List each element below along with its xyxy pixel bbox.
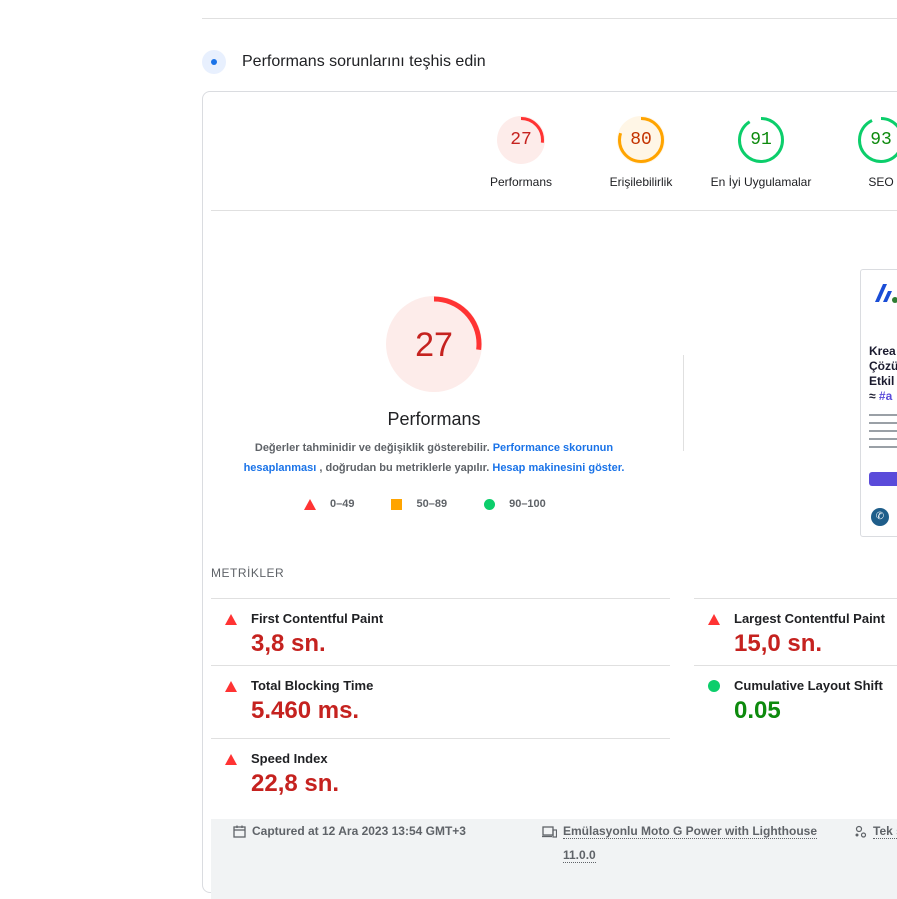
metric-value: 3,8 sn.	[251, 630, 326, 658]
fail-triangle-icon	[225, 681, 237, 692]
triangle-icon	[304, 499, 316, 510]
gauge-score: 27	[497, 116, 545, 164]
legend-average: 50–89	[391, 498, 447, 510]
thumbnail-body-text	[869, 414, 897, 454]
page-screenshot-thumbnail[interactable]: Krea Çözü Etkil ≈ #a ✆	[860, 269, 897, 537]
metric-value: 5.460 ms.	[251, 697, 359, 725]
gauge-label: Performans	[461, 175, 581, 189]
legend-fail: 0–49	[304, 498, 354, 510]
metric-first-contentful-paint: First Contentful Paint 3,8 sn.	[211, 598, 670, 670]
gauge-circle: 80	[617, 116, 665, 164]
top-divider	[202, 18, 897, 19]
gauge-circle: 91	[737, 116, 785, 164]
metric-name: Cumulative Layout Shift	[734, 678, 883, 693]
runtime-settings-footer: Captured at 12 Ara 2023 13:54 GMT+3 Emül…	[211, 819, 897, 899]
devices-icon	[542, 826, 557, 838]
metric-total-blocking-time: Total Blocking Time 5.460 ms.	[211, 665, 670, 737]
whatsapp-icon: ✆	[871, 508, 889, 526]
metric-speed-index: Speed Index 22,8 sn.	[211, 738, 670, 810]
gauge-score: 93	[857, 116, 897, 164]
emulation-text: Emülasyonlu Moto G Power with Lighthouse	[563, 824, 817, 839]
session-icon	[854, 825, 867, 838]
legend-average-range: 50–89	[416, 498, 447, 510]
gauge-circle: 27	[497, 116, 545, 164]
metric-name: Speed Index	[251, 751, 328, 766]
gauge-circle: 93	[857, 116, 897, 164]
metric-cumulative-layout-shift: Cumulative Layout Shift 0.05	[694, 665, 897, 737]
captured-at-text: Captured at 12 Ara 2023 13:54 GMT+3	[252, 824, 466, 838]
gauge-label: SEO	[821, 175, 897, 189]
gauge-en-i-yi-uygulamalar[interactable]: 91 En İyi Uygulamalar	[701, 116, 821, 189]
metrics-heading: METRİKLER	[211, 566, 284, 580]
thumbnail-line-3: Etkil	[869, 374, 897, 389]
report-card: 27 Performans 80 Erişilebilirlik 91 En İyi Uy…	[202, 91, 897, 893]
section-title: Performans sorunlarını teşhis edin	[242, 53, 486, 71]
metric-name: Total Blocking Time	[251, 678, 373, 693]
site-logo-icon	[873, 282, 897, 304]
calendar-icon	[233, 825, 246, 838]
gauge-score: 80	[617, 116, 665, 164]
vertical-divider	[683, 355, 684, 451]
thumbnail-prefix: ≈	[869, 389, 879, 403]
legend-pass-range: 90–100	[509, 498, 546, 510]
diagnose-section-header: Performans sorunlarını teşhis edin	[202, 48, 486, 76]
legend-pass: 90–100	[484, 498, 546, 510]
performance-score: 27	[386, 296, 482, 392]
metric-divider	[211, 598, 670, 599]
thumbnail-line-1: Krea	[869, 344, 897, 359]
circle-icon	[484, 499, 495, 510]
emulation-info[interactable]: Emülasyonlu Moto G Power with Lighthouse…	[542, 819, 822, 867]
diagnose-icon	[202, 50, 226, 74]
gauge-erişilebilirlik[interactable]: 80 Erişilebilirlik	[581, 116, 701, 189]
fail-triangle-icon	[708, 614, 720, 625]
score-description: Değerler tahminidir ve değişiklik göster…	[231, 438, 637, 478]
gauge-performans[interactable]: 27 Performans	[461, 116, 581, 189]
lighthouse-version: 11.0.0	[563, 848, 596, 863]
square-icon	[391, 499, 402, 510]
metric-largest-contentful-paint: Largest Contentful Paint 15,0 sn.	[694, 598, 897, 670]
captured-at: Captured at 12 Ara 2023 13:54 GMT+3	[233, 819, 466, 843]
thumbnail-line-4: ≈ #a	[869, 389, 897, 404]
score-legend: 0–49 50–89 90–100	[304, 498, 583, 510]
thumbnail-hashtag: #a	[879, 389, 892, 403]
category-gauges: 27 Performans 80 Erişilebilirlik 91 En İyi Uy…	[461, 116, 897, 189]
metric-value: 0.05	[734, 697, 781, 725]
calculator-link[interactable]: Hesap makinesini göster.	[492, 462, 624, 474]
legend-fail-range: 0–49	[330, 498, 354, 510]
gauge-score: 91	[737, 116, 785, 164]
metric-divider	[211, 665, 670, 666]
metric-name: Largest Contentful Paint	[734, 611, 885, 626]
performance-label: Performans	[323, 409, 545, 430]
thumbnail-line-2: Çözü	[869, 359, 897, 374]
session-text: Tek s	[873, 824, 897, 839]
thumbnail-cta-button	[869, 472, 897, 486]
fail-triangle-icon	[225, 754, 237, 765]
metric-divider	[694, 598, 897, 599]
description-text-2: , doğrudan bu metriklerle yapılır.	[316, 462, 492, 474]
metric-divider	[211, 738, 670, 739]
metric-divider	[694, 665, 897, 666]
pass-circle-icon	[708, 680, 720, 692]
gauge-label: En İyi Uygulamalar	[701, 175, 821, 189]
gauges-divider	[211, 210, 897, 211]
gauge-seo[interactable]: 93 SEO	[821, 116, 897, 189]
session-info[interactable]: Tek s	[854, 819, 897, 843]
metric-name: First Contentful Paint	[251, 611, 383, 626]
fail-triangle-icon	[225, 614, 237, 625]
thumbnail-headline: Krea Çözü Etkil ≈ #a	[869, 344, 897, 404]
metric-value: 15,0 sn.	[734, 630, 822, 658]
performance-main-gauge: 27	[386, 296, 482, 392]
metric-value: 22,8 sn.	[251, 770, 339, 798]
gauge-label: Erişilebilirlik	[581, 175, 701, 189]
description-text: Değerler tahminidir ve değişiklik göster…	[255, 442, 493, 454]
